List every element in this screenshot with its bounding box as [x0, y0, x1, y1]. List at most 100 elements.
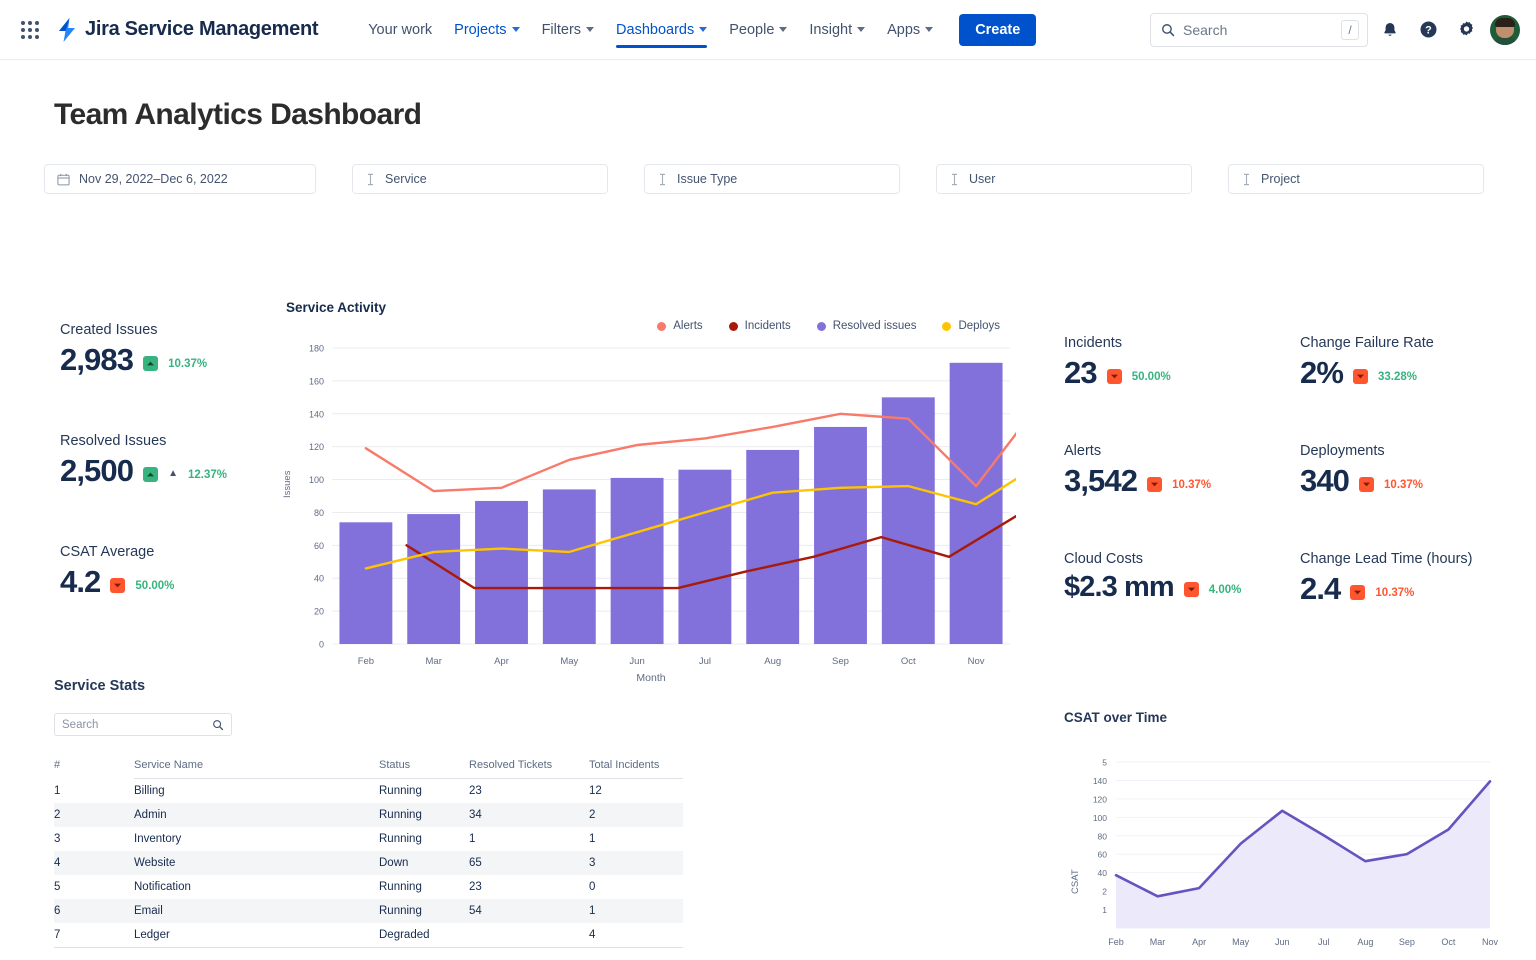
table-row[interactable]: 2AdminRunning342 [54, 803, 683, 827]
metric-delta: 50.00% [135, 580, 174, 592]
settings-gear-icon[interactable] [1450, 14, 1482, 46]
metric-label: Change Failure Rate [1300, 335, 1514, 351]
svg-text:Apr: Apr [494, 656, 509, 667]
legend-item-alerts[interactable]: Alerts [657, 320, 702, 332]
legend-item-deploys[interactable]: Deploys [942, 320, 1000, 332]
table-row[interactable]: 3InventoryRunning11 [54, 827, 683, 851]
filter-label: Service [385, 172, 427, 186]
filter-issue-type[interactable]: Issue Type [644, 164, 900, 194]
cell-index: 1 [54, 779, 134, 804]
metric-alerts: Alerts 3,542 10.37% [1064, 443, 1300, 496]
main-nav-items: Your work Projects Filters Dashboards Pe… [358, 0, 1036, 60]
legend-label: Deploys [958, 320, 1000, 332]
nav-item-people[interactable]: People [719, 0, 797, 60]
cell-resolved-tickets: 23 [469, 779, 589, 804]
nav-label: People [729, 22, 774, 38]
cell-index: 2 [54, 803, 134, 827]
service-stats-table: # Service Name Status Resolved Tickets T… [54, 754, 683, 948]
filter-label: Issue Type [677, 172, 737, 186]
metric-value: 2% [1300, 357, 1343, 388]
brand-logo[interactable]: Jira Service Management [56, 18, 318, 42]
column-header-status[interactable]: Status [379, 754, 469, 779]
svg-text:80: 80 [1098, 831, 1108, 841]
metric-value: 340 [1300, 465, 1349, 496]
legend-label: Resolved issues [833, 320, 917, 332]
trend-caret-icon: ▲ [168, 468, 178, 479]
cell-service-name: Website [134, 851, 379, 875]
filter-date-range[interactable]: Nov 29, 2022–Dec 6, 2022 [44, 164, 316, 194]
chevron-down-icon [857, 27, 865, 32]
column-header-resolved-tickets[interactable]: Resolved Tickets [469, 754, 589, 779]
service-stats-body: 1BillingRunning23122AdminRunning3423Inve… [54, 779, 683, 948]
nav-right-actions: Search / ? [1150, 13, 1520, 47]
cell-resolved-tickets: 65 [469, 851, 589, 875]
svg-text:Jul: Jul [1318, 937, 1330, 947]
text-cursor-icon [365, 173, 376, 186]
chart-title: CSAT over Time [1064, 710, 1504, 725]
nav-item-insight[interactable]: Insight [799, 0, 875, 60]
table-row[interactable]: 6EmailRunning541 [54, 899, 683, 923]
column-header-total-incidents[interactable]: Total Incidents [589, 754, 683, 779]
legend-item-resolved-issues[interactable]: Resolved issues [817, 320, 917, 332]
search-shortcut-key: / [1341, 20, 1359, 40]
service-activity-plot: Issues 020406080100120140160180FebMarApr… [286, 342, 1016, 690]
metric-change-failure-rate: Change Failure Rate 2% 33.28% [1300, 335, 1514, 388]
search-input[interactable]: Search / [1150, 13, 1368, 47]
cell-status: Down [379, 851, 469, 875]
metric-label: Resolved Issues [60, 433, 270, 449]
notifications-bell-icon[interactable] [1374, 14, 1406, 46]
table-row[interactable]: 7LedgerDegraded4 [54, 923, 683, 948]
nav-label: Insight [809, 22, 852, 38]
legend-swatch [729, 322, 738, 331]
column-header-index[interactable]: # [54, 754, 134, 779]
svg-text:160: 160 [309, 376, 324, 386]
column-header-service-name[interactable]: Service Name [134, 754, 379, 779]
grid-apps-icon[interactable] [14, 14, 46, 46]
svg-text:0: 0 [319, 640, 324, 650]
metric-created-issues: Created Issues 2,983 10.37% [60, 322, 270, 375]
brand-title: Jira Service Management [85, 18, 318, 41]
svg-text:180: 180 [309, 344, 324, 354]
metric-delta: 33.28% [1378, 371, 1417, 383]
help-question-icon[interactable]: ? [1412, 14, 1444, 46]
table-row[interactable]: 1BillingRunning2312 [54, 779, 683, 804]
create-button[interactable]: Create [959, 14, 1036, 46]
bar [814, 427, 867, 644]
chevron-down-icon [586, 27, 594, 32]
svg-text:Oct: Oct [1441, 937, 1456, 947]
nav-item-projects[interactable]: Projects [444, 0, 529, 60]
trend-up-badge [143, 356, 158, 371]
trend-down-badge [1350, 585, 1365, 600]
svg-text:Nov: Nov [968, 656, 985, 667]
filter-service[interactable]: Service [352, 164, 608, 194]
svg-text:140: 140 [309, 409, 324, 419]
top-navigation-bar: Jira Service Management Your work Projec… [0, 0, 1536, 60]
table-row[interactable]: 4 WebsiteDown653 [54, 851, 683, 875]
filter-project[interactable]: Project [1228, 164, 1484, 194]
bar [407, 514, 460, 644]
y-axis-title: CSAT [1070, 869, 1081, 894]
cell-status: Running [379, 875, 469, 899]
nav-label: Your work [368, 22, 432, 38]
table-row[interactable]: 5NotificationRunning230 [54, 875, 683, 899]
nav-item-apps[interactable]: Apps [877, 0, 943, 60]
service-activity-svg: 020406080100120140160180FebMarAprMayJunJ… [286, 342, 1016, 690]
calendar-icon [57, 173, 70, 186]
nav-item-dashboards[interactable]: Dashboards [606, 0, 717, 60]
bar [339, 522, 392, 644]
bar [746, 450, 799, 644]
svg-text:1: 1 [1102, 905, 1107, 915]
text-cursor-icon [657, 173, 668, 186]
service-stats-search-input[interactable]: Search [54, 713, 232, 736]
trend-down-badge [110, 578, 125, 593]
svg-text:Apr: Apr [1192, 937, 1206, 947]
nav-item-your-work[interactable]: Your work [358, 0, 442, 60]
legend-item-incidents[interactable]: Incidents [729, 320, 791, 332]
svg-text:?: ? [1425, 25, 1432, 37]
user-avatar[interactable] [1490, 15, 1520, 45]
chevron-down-icon [925, 27, 933, 32]
svg-text:40: 40 [314, 574, 324, 584]
filter-user[interactable]: User [936, 164, 1192, 194]
nav-item-filters[interactable]: Filters [532, 0, 604, 60]
svg-text:80: 80 [314, 508, 324, 518]
